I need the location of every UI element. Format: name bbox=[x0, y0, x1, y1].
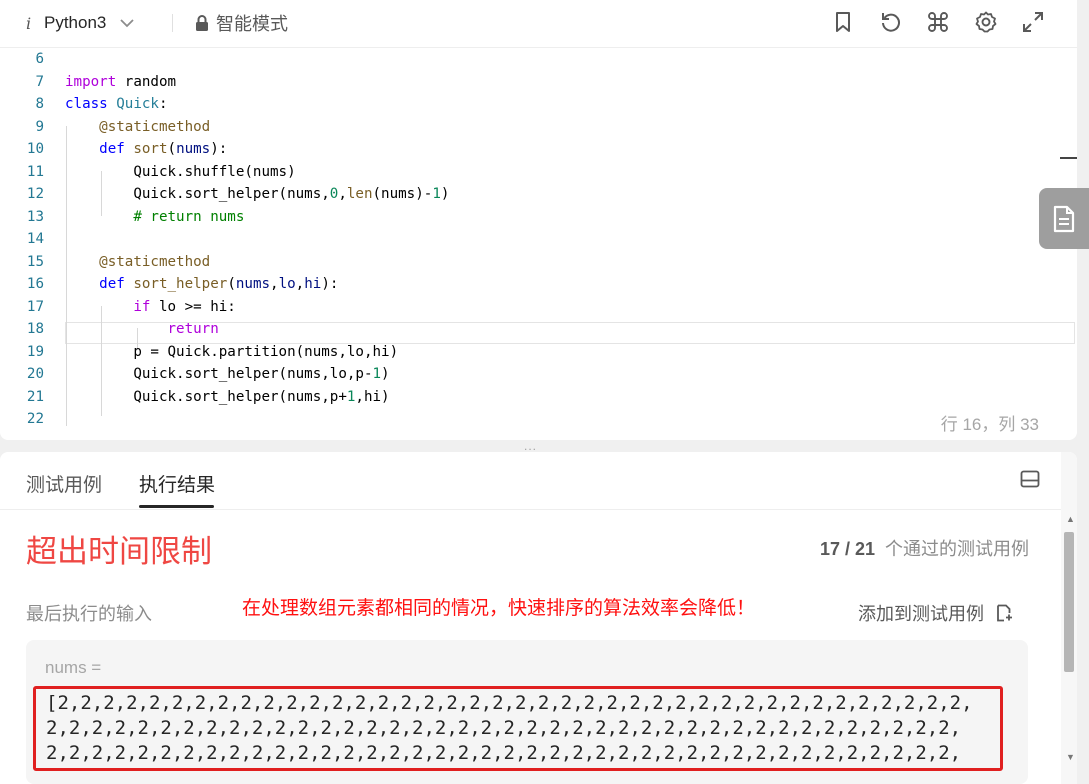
result-status: 超出时间限制 bbox=[26, 534, 212, 569]
scrollbar-thumb[interactable] bbox=[1064, 532, 1074, 672]
code-line: 14 bbox=[26, 231, 44, 247]
cursor-position: 行 16，列 33 bbox=[940, 415, 1039, 434]
fullscreen-icon[interactable] bbox=[1021, 10, 1045, 34]
passed-label: 个通过的测试用例 bbox=[885, 539, 1029, 559]
result-panel: 测试用例 执行结果 超出时间限制 17 / 21 个通过的测试用例 最后执行的输… bbox=[0, 452, 1077, 784]
code-line: 21 Quick.sort_helper(nums,p+1,hi) bbox=[26, 388, 390, 405]
code-line: 9 @staticmethod bbox=[35, 118, 211, 135]
input-variable-name: nums = bbox=[45, 658, 102, 677]
code-editor-panel: i Python3 智能模式 6 7 import random 8 class… bbox=[0, 0, 1077, 440]
code-line: 19 p = Quick.partition(nums,lo,hi) bbox=[26, 343, 399, 360]
code-line: 10 def sort(nums): bbox=[26, 141, 228, 157]
code-area[interactable]: 6 7 import random 8 class Quick: 9 @static… bbox=[0, 48, 1077, 440]
code-line: 11 Quick.shuffle(nums) bbox=[26, 163, 296, 180]
lock-icon bbox=[196, 15, 208, 31]
last-input-label: 最后执行的输入 bbox=[26, 604, 152, 624]
code-line: 18 return bbox=[26, 321, 219, 337]
code-line: 13 # return nums bbox=[26, 208, 245, 225]
code-line: 16 def sort_helper(nums,lo,hi): bbox=[26, 276, 339, 292]
file-icon bbox=[1053, 205, 1075, 232]
tab-test-cases[interactable]: 测试用例 bbox=[26, 470, 102, 497]
file-notes-button[interactable] bbox=[1039, 188, 1089, 249]
result-tabs: 测试用例 执行结果 bbox=[0, 452, 1077, 510]
active-tab-indicator bbox=[139, 505, 214, 508]
tab-run-result[interactable]: 执行结果 bbox=[139, 470, 215, 497]
code-line: 6 bbox=[35, 51, 44, 67]
code-line: 22 bbox=[26, 411, 44, 427]
smart-mode-label: 智能模式 bbox=[216, 14, 288, 34]
smart-mode-toggle[interactable]: 智能模式 bbox=[194, 11, 288, 35]
code-line: 8 class Quick: bbox=[35, 96, 168, 112]
toolbar-divider bbox=[172, 14, 173, 32]
language-label: Python3 bbox=[44, 13, 107, 32]
red-annotation: 在处理数组元素都相同的情况，快速排序的算法效率会降低！ bbox=[242, 598, 756, 619]
code-line: 20 Quick.sort_helper(nums,lo,p-1) bbox=[26, 366, 390, 382]
layout-icon[interactable] bbox=[1020, 470, 1040, 488]
passed-count: 17 / 21 bbox=[819, 539, 875, 559]
result-scrollbar[interactable]: ▲ ▼ bbox=[1061, 452, 1077, 784]
last-input-box: nums = [2,2,2,2,2,2,2,2,2,2,2,2,2,2,2,2,… bbox=[26, 640, 1028, 784]
panel-resize-handle[interactable]: ... bbox=[524, 440, 537, 452]
add-to-test-cases-label: 添加到测试用例 bbox=[858, 604, 984, 624]
bookmark-icon[interactable] bbox=[831, 10, 855, 34]
info-icon: i bbox=[26, 13, 32, 33]
code-line: 17 if lo >= hi: bbox=[26, 298, 236, 315]
code-line: 7 import random bbox=[35, 73, 177, 90]
reset-icon[interactable] bbox=[879, 10, 903, 34]
add-to-test-cases-button[interactable]: 添加到测试用例 bbox=[858, 600, 1012, 626]
code-line: 15 @staticmethod bbox=[26, 253, 211, 270]
command-icon[interactable] bbox=[926, 10, 950, 34]
input-value: [2,2,2,2,2,2,2,2,2,2,2,2,2,2,2,2,2,2,2,2… bbox=[46, 692, 973, 768]
scroll-up-arrow-icon[interactable]: ▲ bbox=[1066, 514, 1075, 524]
add-file-icon bbox=[997, 604, 1012, 622]
code-line: 12 Quick.sort_helper(nums,0,len(nums)-1) bbox=[26, 186, 450, 202]
input-value-highlight: [2,2,2,2,2,2,2,2,2,2,2,2,2,2,2,2,2,2,2,2… bbox=[33, 686, 1003, 771]
passed-summary: 17 / 21 个通过的测试用例 bbox=[820, 535, 1029, 561]
language-selector[interactable]: i Python3 bbox=[26, 11, 135, 35]
scroll-down-arrow-icon[interactable]: ▼ bbox=[1066, 752, 1075, 762]
editor-scrollbar[interactable] bbox=[1060, 157, 1077, 159]
chevron-down-icon bbox=[120, 18, 135, 27]
settings-icon[interactable] bbox=[974, 10, 998, 34]
editor-toolbar: i Python3 智能模式 bbox=[0, 0, 1077, 48]
